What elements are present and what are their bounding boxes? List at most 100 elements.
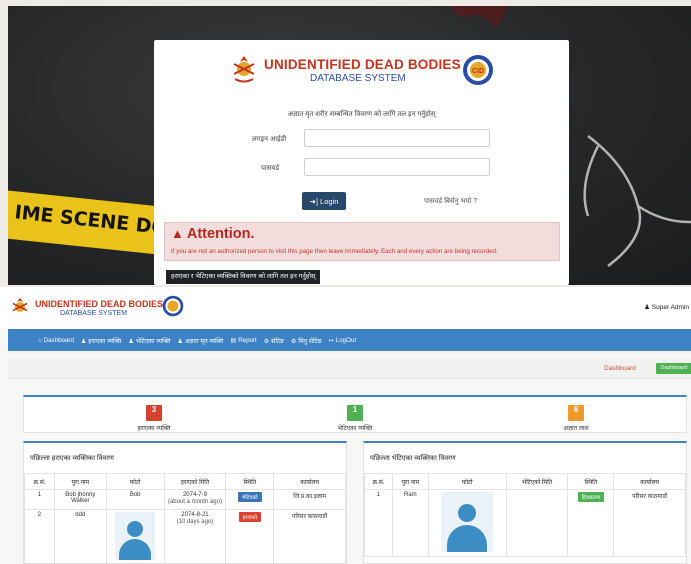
forgot-password-link[interactable]: पासवर्ड बिर्सनु भयो ? bbox=[424, 197, 477, 206]
nav-item-1[interactable]: ♟ हराएका व्यक्ति bbox=[81, 336, 121, 345]
breadcrumb-link[interactable]: Dashboard bbox=[604, 365, 636, 372]
missing-persons-table: क्र.सं. पुरा नाम फोटो हराएको मिति स्थिति… bbox=[24, 473, 346, 563]
missing-date-relative: (about a month ago) bbox=[167, 499, 222, 505]
avatar-placeholder-icon bbox=[441, 492, 494, 552]
cell-date: 2074-8-21 (10 days ago) bbox=[163, 509, 227, 563]
cell-date: 2074-7-9 (about a month ago) bbox=[163, 489, 227, 510]
login-button[interactable]: ➜] Login bbox=[302, 192, 346, 210]
status-badge: हिरासतमा bbox=[577, 492, 605, 502]
settings-icon: ⚙ bbox=[263, 338, 270, 345]
stat-unknown-count: 6 bbox=[568, 405, 584, 421]
cell-sn: 1 bbox=[24, 489, 55, 510]
table-header-row: क्र.सं. पुरा नाम फोटो भेटिएको मिति स्थित… bbox=[364, 473, 686, 490]
stat-found-label: भेटिएका व्यक्ति bbox=[337, 425, 373, 432]
status-badge: हराएको bbox=[238, 512, 261, 522]
dashboard-header: UNIDENTIFIED DEAD BODIES DATABASE SYSTEM… bbox=[0, 287, 691, 329]
user-icon: ♟ bbox=[644, 304, 650, 311]
table-row[interactable]: 2 ddd 2074-8-21 (10 days ago) हराएको परिस… bbox=[24, 509, 346, 563]
nav-item-0[interactable]: ⌂ Dashboard bbox=[38, 337, 74, 344]
cell-name: ddd bbox=[53, 509, 107, 563]
home-icon: ⌂ bbox=[38, 337, 42, 344]
cell-sn: 1 bbox=[364, 489, 393, 557]
nav-item-6[interactable]: ⚙ मिनु सेटिङ bbox=[291, 336, 322, 345]
cell-photo: Bob bbox=[105, 489, 165, 510]
breadcrumb-active: Dashboard bbox=[656, 363, 691, 374]
login-button-label: Login bbox=[320, 196, 339, 206]
warning-icon: ▲ bbox=[171, 226, 184, 241]
attention-alert: ▲ Attention. If you are not an authorized… bbox=[164, 222, 560, 261]
cell-office: परिसर काठमाडौं bbox=[273, 509, 346, 563]
column-header: पुरा नाम bbox=[391, 473, 429, 490]
login-screen: IME SCENE DO NO UNIDENTIFIED DEAD BODIES… bbox=[8, 6, 691, 285]
user-menu[interactable]: ♟ Super Admin bbox=[644, 303, 689, 311]
stats-summary: 3 हराएका व्यक्ति 1 भेटिएका व्यक्ति 6 अज्… bbox=[23, 395, 687, 433]
login-intro: अज्ञात मृत शरीर सम्बन्धित विवरण को लागि … bbox=[287, 111, 436, 118]
cell-status: हराएको bbox=[225, 509, 275, 563]
cid-logo-text: CID bbox=[472, 68, 484, 75]
column-header: स्थिति bbox=[567, 473, 615, 490]
status-badge: भेटिएको bbox=[237, 492, 262, 502]
nav-item-2[interactable]: ♟ भेटिएका व्यक्ति bbox=[128, 336, 170, 345]
cell-office: जि.प्र.का.इलाम bbox=[273, 489, 346, 510]
nav-item-7[interactable]: ↦ LogOut bbox=[329, 337, 356, 344]
alert-title-text: Attention. bbox=[186, 226, 255, 242]
table-header-row: क्र.सं. पुरा नाम फोटो हराएको मिति स्थिति… bbox=[24, 473, 346, 490]
dashboard-app-subtitle: DATABASE SYSTEM bbox=[60, 310, 128, 317]
column-header: हराएको मिति bbox=[163, 473, 227, 490]
password-input[interactable] bbox=[304, 158, 490, 176]
nav-item-label: Report bbox=[238, 336, 257, 344]
stat-found[interactable]: 1 भेटिएका व्यक्ति bbox=[295, 399, 415, 432]
stat-missing[interactable]: 3 हराएका व्यक्ति bbox=[94, 399, 214, 432]
users-icon: ♟ bbox=[177, 338, 183, 345]
police-emblem-icon bbox=[233, 56, 255, 83]
cell-status: हिरासतमा bbox=[567, 489, 615, 557]
nav-item-4[interactable]: ▤ Report bbox=[231, 337, 257, 344]
stat-missing-label: हराएका व्यक्ति bbox=[137, 425, 171, 432]
password-label: पासवर्ड bbox=[261, 165, 280, 172]
stat-found-count: 1 bbox=[347, 405, 363, 421]
stat-missing-count: 3 bbox=[146, 405, 162, 421]
table-row[interactable]: 1 Ram हिरासतमा परिसर काठमाडौं bbox=[364, 489, 686, 557]
report-icon: ▤ bbox=[230, 337, 237, 344]
missing-panel-title: पछिल्ला हराएका व्यक्तिका विवरण bbox=[30, 455, 114, 462]
cell-found-date bbox=[505, 489, 569, 557]
blood-stain-decoration bbox=[450, 6, 510, 27]
table-row[interactable]: 1 Bob jhonny Walker Bob 2074-7-9 (about a… bbox=[24, 489, 346, 510]
nav-item-5[interactable]: ⚙ सेटिङ bbox=[264, 336, 284, 345]
column-header: कार्यालय bbox=[273, 473, 346, 490]
column-header: कार्यालय bbox=[613, 473, 686, 490]
stat-unknown-label: अज्ञात लाश bbox=[563, 425, 589, 432]
nav-item-3[interactable]: ♟ अज्ञात मृत व्यक्ति bbox=[177, 336, 223, 345]
alert-heading: ▲ Attention. bbox=[171, 226, 255, 242]
main-navbar: ⌂ Dashboard ♟ हराएका व्यक्ति ♟ भेटिएका व्यक्त… bbox=[8, 329, 691, 351]
avatar-placeholder-icon bbox=[115, 512, 156, 560]
cell-sn: 2 bbox=[24, 509, 55, 563]
cid-logo-icon bbox=[162, 295, 184, 317]
nav-item-label: सेटिङ bbox=[271, 337, 285, 345]
login-icon: ➜] bbox=[309, 196, 318, 206]
cell-status: भेटिएको bbox=[225, 489, 275, 510]
nav-item-label: भेटिएका व्यक्ति bbox=[135, 337, 171, 345]
missing-date-relative: (10 days ago) bbox=[176, 519, 214, 525]
username-input[interactable] bbox=[304, 129, 490, 147]
column-header: स्थिति bbox=[225, 473, 275, 490]
app-subtitle: DATABASE SYSTEM bbox=[310, 73, 406, 84]
username-label: लगइन आईडी bbox=[252, 136, 287, 143]
column-header: फोटो bbox=[427, 473, 507, 490]
cell-office: परिसर काठमाडौं bbox=[613, 489, 686, 557]
column-header: भेटिएको मिति bbox=[505, 473, 569, 490]
public-search-button[interactable]: हराएका र भेटिएका व्यक्तिको विवरण को लागि… bbox=[166, 270, 321, 284]
missing-persons-panel: पछिल्ला हराएका व्यक्तिका विवरण क्र.सं. प… bbox=[23, 441, 347, 564]
breadcrumb: Dashboard Dashboard bbox=[8, 359, 691, 379]
police-emblem-icon bbox=[12, 297, 28, 312]
nav-item-label: Dashboard bbox=[43, 336, 74, 344]
cell-photo bbox=[427, 489, 507, 557]
logout-icon: ↦ bbox=[328, 337, 334, 344]
login-card: UNIDENTIFIED DEAD BODIES DATABASE SYSTEM… bbox=[154, 40, 569, 285]
dashboard-screen: UNIDENTIFIED DEAD BODIES DATABASE SYSTEM… bbox=[0, 287, 691, 564]
cell-name: Bob jhonny Walker bbox=[53, 489, 107, 510]
nav-item-label: हराएका व्यक्ति bbox=[88, 337, 122, 345]
nav-item-label: अज्ञात मृत व्यक्ति bbox=[184, 337, 224, 345]
stat-unknown-bodies[interactable]: 6 अज्ञात लाश bbox=[516, 399, 636, 432]
settings-icon: ⚙ bbox=[291, 338, 297, 345]
